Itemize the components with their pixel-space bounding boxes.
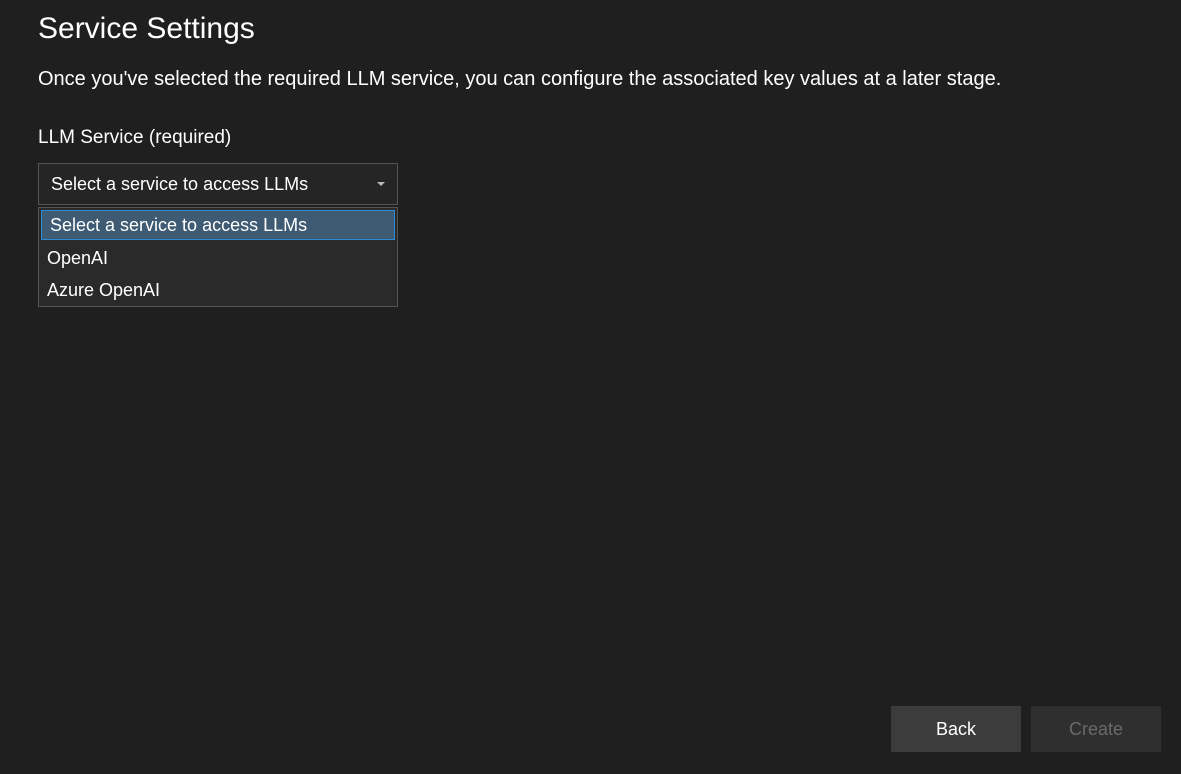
page-description: Once you've selected the required LLM se…	[38, 64, 1118, 95]
llm-service-dropdown-list: Select a service to access LLMs OpenAI A…	[38, 207, 398, 307]
footer-buttons: Back Create	[891, 706, 1161, 752]
create-button: Create	[1031, 706, 1161, 752]
dropdown-option-placeholder[interactable]: Select a service to access LLMs	[41, 210, 395, 240]
llm-service-dropdown-button[interactable]: Select a service to access LLMs	[38, 163, 398, 205]
llm-service-dropdown-selected: Select a service to access LLMs	[51, 174, 308, 195]
llm-service-dropdown[interactable]: Select a service to access LLMs Select a…	[38, 163, 398, 205]
llm-service-label: LLM Service (required)	[38, 127, 1143, 149]
back-button[interactable]: Back	[891, 706, 1021, 752]
dropdown-option-azure-openai[interactable]: Azure OpenAI	[39, 274, 397, 306]
page-title: Service Settings	[38, 12, 1143, 46]
chevron-down-icon	[377, 182, 385, 186]
dropdown-option-openai[interactable]: OpenAI	[39, 242, 397, 274]
